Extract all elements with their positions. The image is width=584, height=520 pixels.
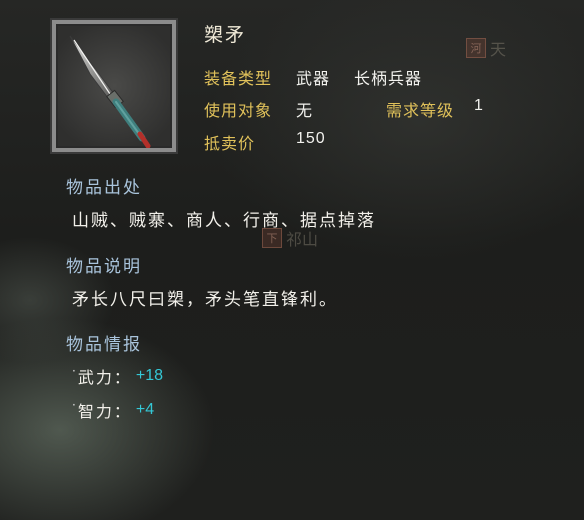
stat-name: 武力： <box>77 368 132 387</box>
stat-row-strength: · 武力： +18 <box>72 364 163 388</box>
user-value: 无 <box>296 101 314 120</box>
map-seal-icon: 河 <box>466 38 486 58</box>
equip-type-label: 装备类型 <box>204 69 273 88</box>
equip-type-value: 武器 <box>296 69 331 88</box>
level-req-value: 1 <box>474 97 484 114</box>
stat-value: +18 <box>135 367 163 384</box>
equip-subtype-value: 长柄兵器 <box>354 69 423 88</box>
user-label: 使用对象 <box>204 101 273 120</box>
spear-icon <box>69 35 151 148</box>
origin-text: 山贼、贼寨、商人、行商、据点掉落 <box>72 211 376 231</box>
price-label: 抵卖价 <box>204 134 256 153</box>
level-req-label: 需求等级 <box>386 101 455 120</box>
map-place-label: 河 天 <box>466 36 506 60</box>
item-name: 槊矛 <box>204 24 247 46</box>
description-text: 矛长八尺曰槊，矛头笔直锋利。 <box>72 290 338 310</box>
stat-value: +4 <box>135 401 155 418</box>
stat-row-intelligence: · 智力： +4 <box>72 398 154 422</box>
bullet-icon: · <box>72 364 76 378</box>
item-icon-frame <box>52 20 176 152</box>
stat-name: 智力： <box>77 402 132 421</box>
origin-section-title: 物品出处 <box>66 178 142 198</box>
description-section-title: 物品说明 <box>66 257 142 277</box>
price-value: 150 <box>296 130 326 147</box>
map-seal-icon: 下 <box>262 228 282 248</box>
map-place-name: 天 <box>490 40 507 59</box>
intel-section-title: 物品情报 <box>66 335 142 355</box>
bullet-icon: · <box>72 398 76 412</box>
